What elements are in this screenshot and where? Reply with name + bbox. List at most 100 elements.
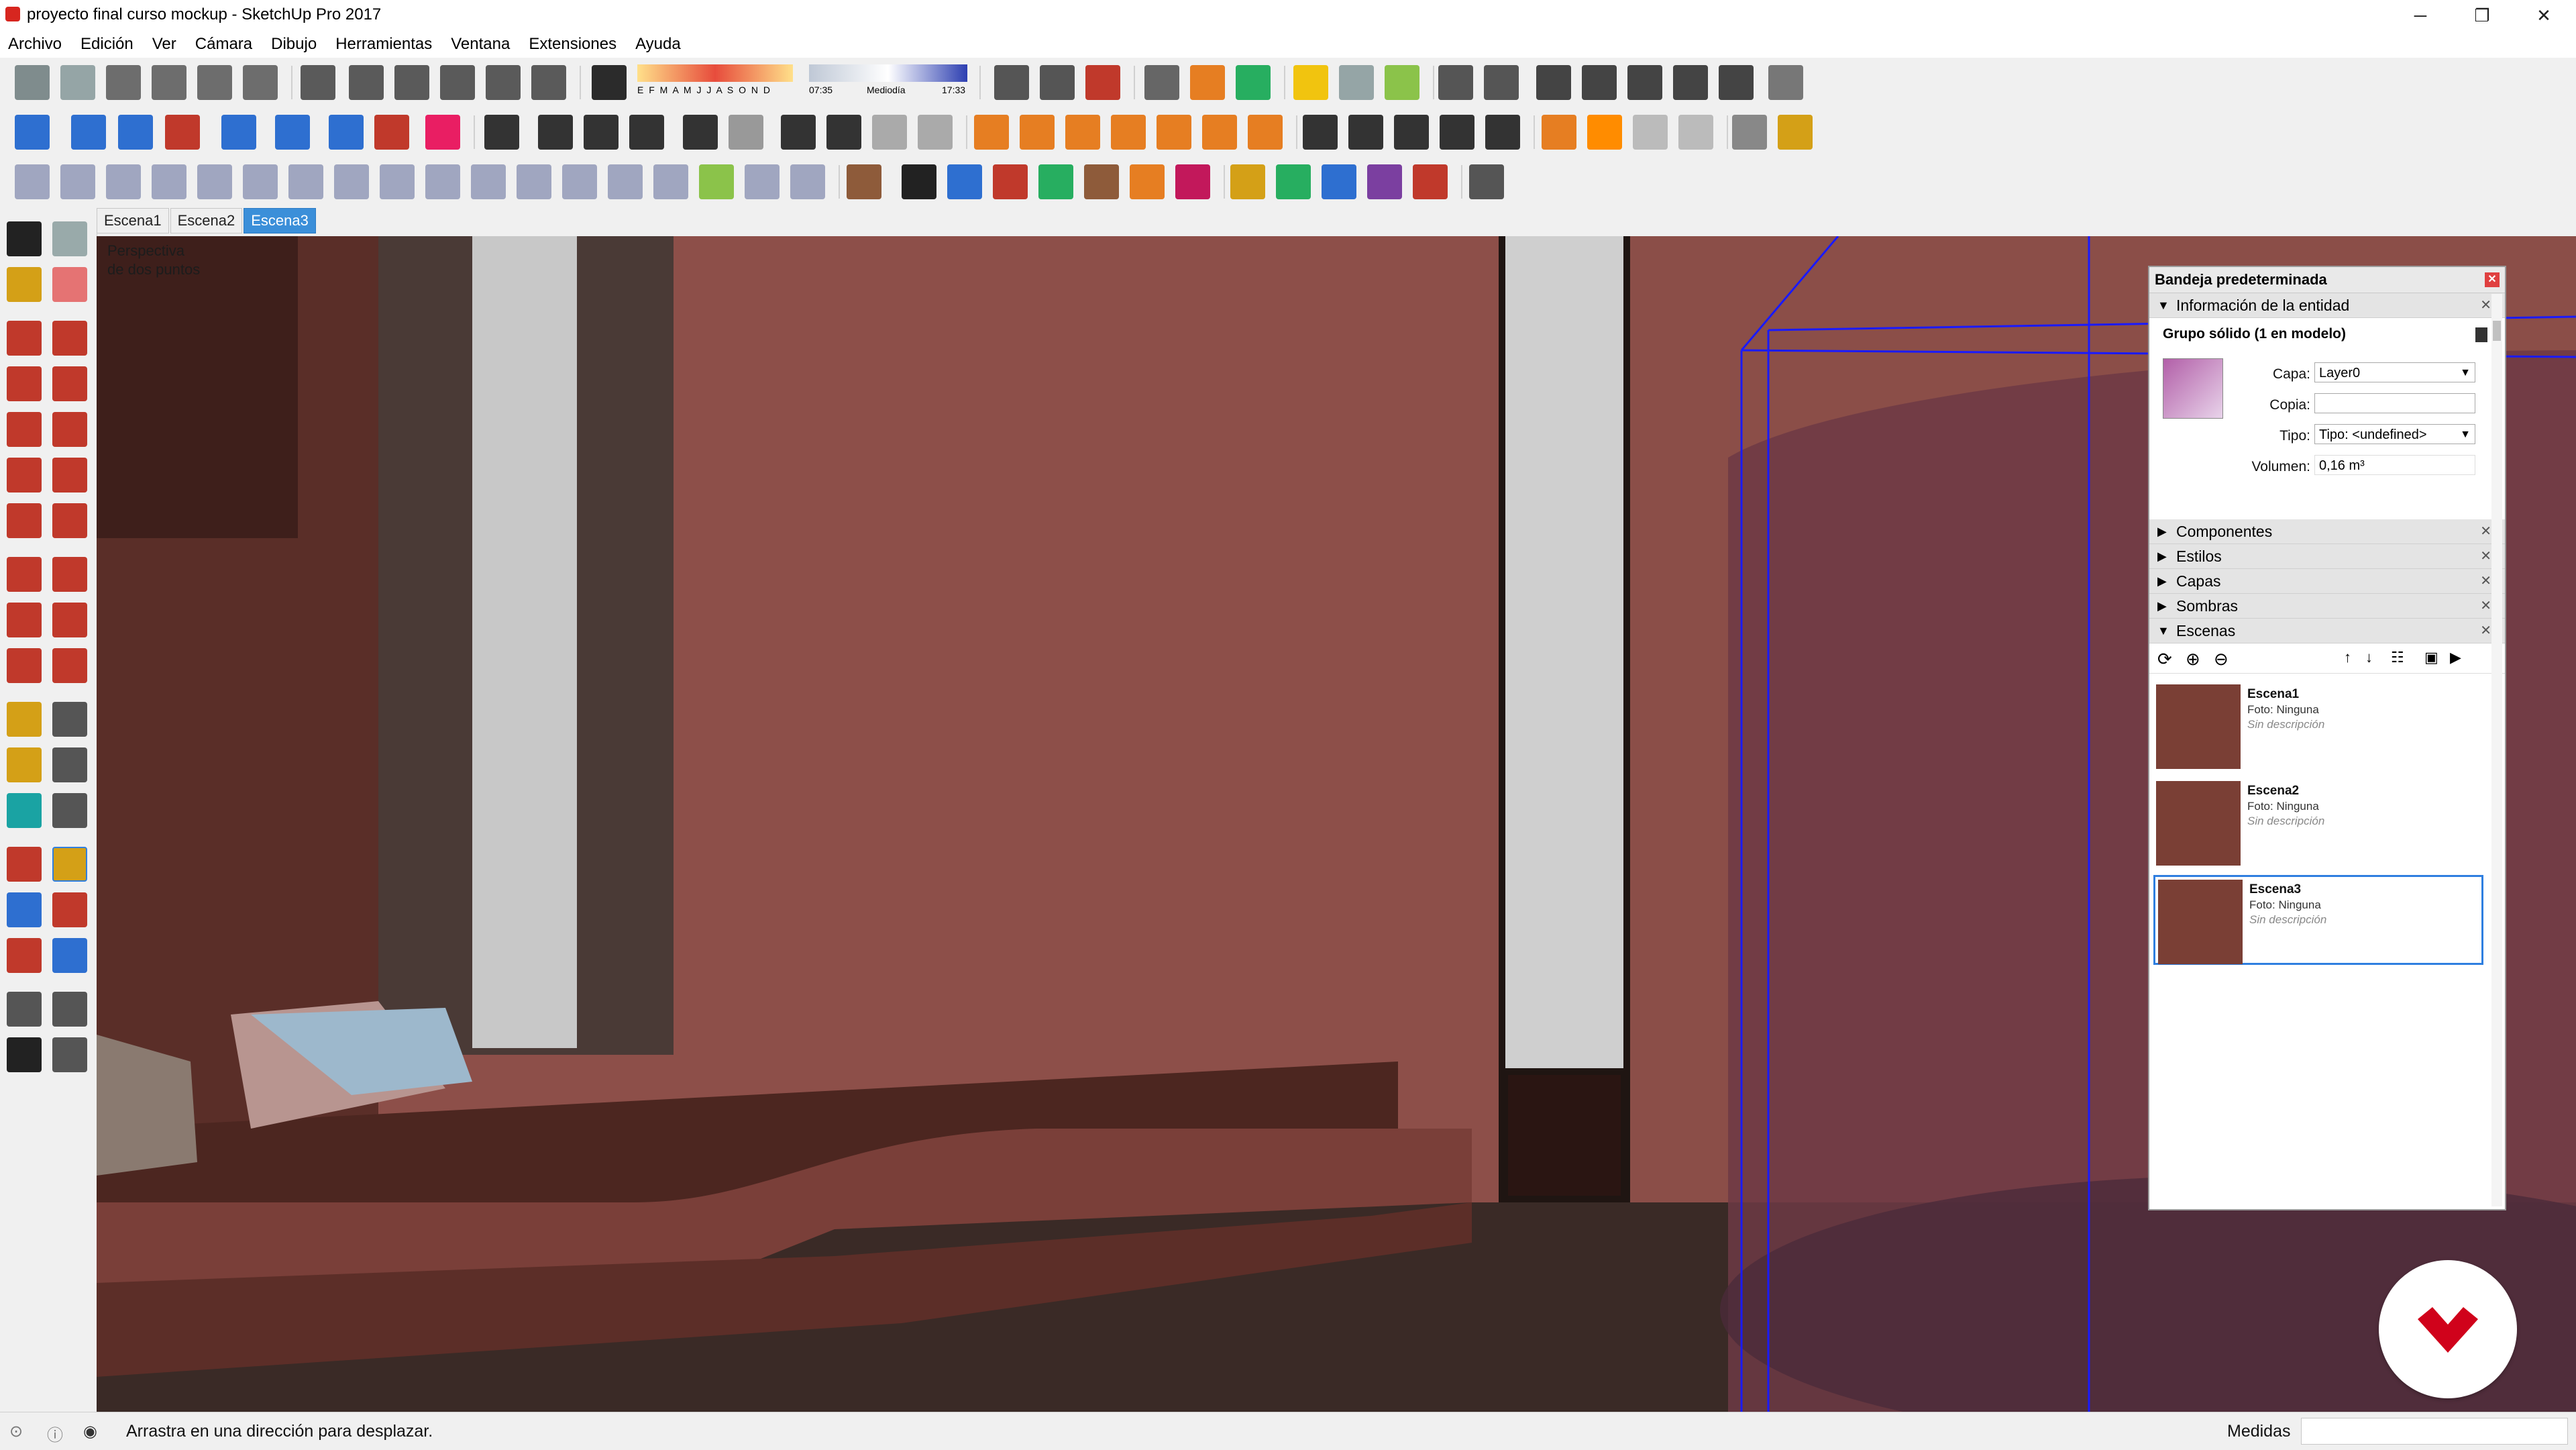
shaded-icon[interactable] [440, 65, 475, 100]
light-6-icon[interactable] [1202, 115, 1237, 150]
arc-3-icon[interactable] [7, 503, 42, 538]
orbit-icon[interactable] [7, 847, 42, 882]
photo-match-icon[interactable] [1768, 65, 1803, 100]
info-icon[interactable]: ⓘ [47, 1422, 63, 1445]
scene-item-escena1[interactable]: Escena1 Foto: Ninguna Sin descripción [2153, 682, 2483, 772]
curve-5-icon[interactable] [197, 164, 232, 199]
shape-1-icon[interactable] [1230, 164, 1265, 199]
protractor-icon[interactable] [7, 747, 42, 782]
rotate-icon[interactable] [7, 603, 42, 637]
pan-hand-icon[interactable] [52, 847, 87, 882]
render-4-icon[interactable] [1440, 115, 1474, 150]
scene-item-escena2[interactable]: Escena2 Foto: Ninguna Sin descripción [2153, 778, 2483, 868]
eraser-icon[interactable] [52, 267, 87, 302]
text-icon[interactable] [52, 747, 87, 782]
shape-5-icon[interactable] [1413, 164, 1448, 199]
section-fill-icon[interactable] [1085, 65, 1120, 100]
light-1-icon[interactable] [974, 115, 1009, 150]
light-7-icon[interactable] [1248, 115, 1283, 150]
tray-close-icon[interactable]: ✕ [2485, 272, 2500, 287]
curve-6-icon[interactable] [243, 164, 278, 199]
style-2-icon[interactable] [1582, 65, 1617, 100]
tab-escena1[interactable]: Escena1 [97, 208, 169, 234]
panel-close-icon[interactable]: ✕ [2480, 519, 2491, 543]
panel-close-icon[interactable]: ✕ [2480, 619, 2491, 643]
curve-18-icon[interactable] [790, 164, 825, 199]
style-3-icon[interactable] [1627, 65, 1662, 100]
curve-14-icon[interactable] [608, 164, 643, 199]
curve-8-icon[interactable] [334, 164, 369, 199]
rewind-icon[interactable] [1678, 115, 1713, 150]
freehand-icon[interactable] [52, 321, 87, 356]
curve-3-icon[interactable] [106, 164, 141, 199]
move-icon[interactable] [7, 557, 42, 592]
push-7-icon[interactable] [1130, 164, 1165, 199]
follow-me-icon[interactable] [484, 115, 519, 150]
solid-subtract-icon[interactable] [1385, 65, 1419, 100]
estilos-header[interactable]: ▶ Estilos ✕ [2149, 544, 2505, 569]
view-options-icon[interactable]: ☷ [2391, 649, 2404, 666]
render-2-icon[interactable] [1348, 115, 1383, 150]
tab-escena2[interactable]: Escena2 [170, 208, 243, 234]
window-2-icon[interactable] [826, 115, 861, 150]
restore-button[interactable]: ❐ [2451, 0, 2513, 31]
sombras-header[interactable]: ▶ Sombras ✕ [2149, 594, 2505, 619]
stop-icon[interactable] [1633, 115, 1668, 150]
menu-ventana[interactable]: Ventana [451, 35, 510, 54]
solid-intersect-icon[interactable] [1339, 65, 1374, 100]
escenas-header[interactable]: ▼ Escenas ✕ [2149, 619, 2505, 643]
componentes-header[interactable]: ▶ Componentes ✕ [2149, 519, 2505, 544]
shape-4-icon[interactable] [1367, 164, 1402, 199]
sandbox-icon[interactable] [1144, 65, 1179, 100]
scrollbar-thumb[interactable] [2493, 321, 2501, 341]
redo-arrow-icon[interactable] [374, 115, 409, 150]
cloud-2-icon[interactable] [629, 115, 664, 150]
toggle-details-icon[interactable] [2475, 327, 2487, 342]
zoom-extents-icon[interactable] [7, 938, 42, 973]
style-5-icon[interactable] [1719, 65, 1754, 100]
shape-3-icon[interactable] [1322, 164, 1356, 199]
menu-edicion[interactable]: Edición [80, 35, 133, 54]
front-view-icon[interactable] [197, 65, 232, 100]
undo-arrow-icon[interactable] [329, 115, 364, 150]
window-3-icon[interactable] [872, 115, 907, 150]
light-4-icon[interactable] [1111, 115, 1146, 150]
pie-icon[interactable] [52, 503, 87, 538]
select-arrow-icon[interactable] [7, 221, 42, 256]
curve-13-icon[interactable] [562, 164, 597, 199]
pencil-icon[interactable] [7, 321, 42, 356]
paint-bucket-icon[interactable] [7, 267, 42, 302]
outer-shell-icon[interactable] [1438, 65, 1473, 100]
axes-icon[interactable] [7, 793, 42, 828]
section-plane-icon[interactable] [994, 65, 1029, 100]
panel-close-icon[interactable]: ✕ [2480, 569, 2491, 593]
curve-7-icon[interactable] [288, 164, 323, 199]
extension-6-icon[interactable] [275, 115, 310, 150]
add-scene-icon[interactable]: ⊕ [2186, 649, 2200, 670]
rotated-rectangle-icon[interactable] [52, 366, 87, 401]
top-view-icon[interactable] [152, 65, 186, 100]
light-3-icon[interactable] [1065, 115, 1100, 150]
render-1-icon[interactable] [1303, 115, 1338, 150]
push-8-icon[interactable] [1175, 164, 1210, 199]
menu-herramientas[interactable]: Herramientas [335, 35, 432, 54]
curve-9-icon[interactable] [380, 164, 415, 199]
panel-close-icon[interactable]: ✕ [2480, 594, 2491, 618]
stairs-disabled-icon[interactable] [729, 115, 763, 150]
pot-icon[interactable] [538, 115, 573, 150]
geo-location-icon[interactable]: ⊙ [9, 1422, 23, 1441]
curve-10-icon[interactable] [425, 164, 460, 199]
previous-view-icon[interactable] [52, 938, 87, 973]
remove-scene-icon[interactable]: ⊖ [2214, 649, 2229, 670]
material-swatch[interactable] [2163, 358, 2223, 419]
hide-details-icon[interactable]: ▣ [2424, 649, 2438, 666]
push-2-icon[interactable] [902, 164, 936, 199]
push-5-icon[interactable] [1038, 164, 1073, 199]
textured-icon[interactable] [486, 65, 521, 100]
measurements-input[interactable] [2301, 1418, 2568, 1445]
menu-ver[interactable]: Ver [152, 35, 176, 54]
capas-header[interactable]: ▶ Capas ✕ [2149, 569, 2505, 594]
logo-button[interactable] [2379, 1260, 2517, 1398]
wireframe-icon[interactable] [349, 65, 384, 100]
section-plane-tool-icon[interactable] [52, 1037, 87, 1072]
